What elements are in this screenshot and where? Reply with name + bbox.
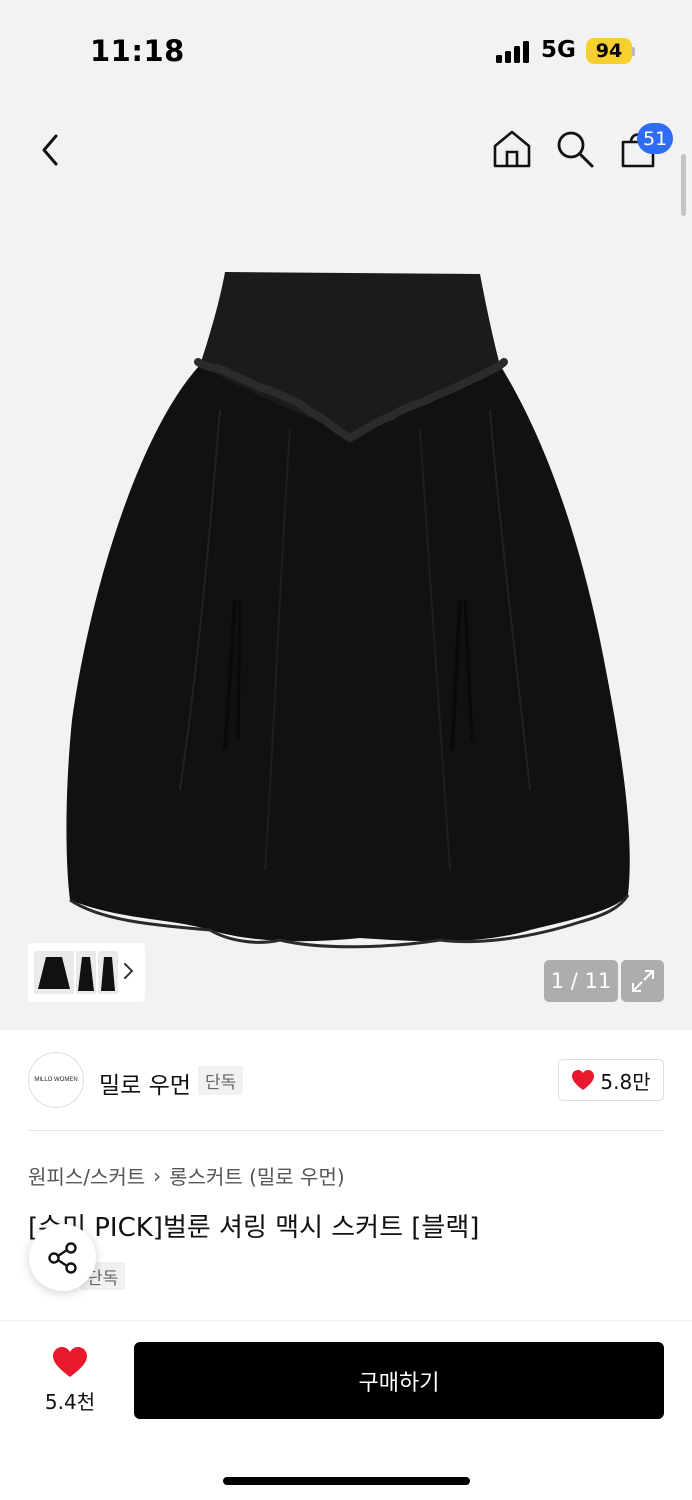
chevron-right-icon[interactable] — [122, 960, 136, 982]
share-icon — [47, 1241, 77, 1274]
network-type: 5G — [541, 37, 576, 63]
chevron-left-icon[interactable] — [36, 130, 66, 170]
expand-button[interactable] — [621, 960, 664, 1002]
product-title: [수미 PICK]벌룬 셔링 맥시 스커트 [블랙] — [28, 1213, 480, 1243]
scroll-indicator — [681, 154, 686, 216]
brand-like-button[interactable]: 5.8만 — [558, 1059, 664, 1101]
status-time: 11:18 — [90, 34, 185, 68]
share-button[interactable] — [29, 1224, 96, 1291]
status-bar: 11:18 5G 94 — [0, 0, 692, 100]
thumbnail-1[interactable] — [34, 951, 74, 994]
cart-count-badge[interactable]: 51 — [637, 123, 674, 154]
divider — [28, 1130, 664, 1131]
image-counter: 1 / 11 — [544, 960, 618, 1002]
signal-icon — [496, 41, 532, 63]
brand-like-count: 5.8만 — [600, 1069, 651, 1094]
product-photo[interactable] — [60, 270, 640, 950]
breadcrumb-subcategory[interactable]: 롱스커트 (밀로 우먼) — [169, 1161, 345, 1190]
expand-icon — [631, 970, 654, 992]
wishlist-count: 5.4천 — [44, 1390, 96, 1414]
battery-tip — [632, 47, 635, 56]
wishlist-heart-icon[interactable] — [52, 1346, 88, 1378]
home-indicator[interactable] — [223, 1477, 470, 1485]
breadcrumb: 원피스/스커트 › 롱스커트 (밀로 우먼) — [28, 1161, 345, 1190]
brand-row[interactable]: MILLO WOMEN 밀로 우먼 단독 5.8만 — [28, 1050, 664, 1112]
brand-name[interactable]: 밀로 우먼 — [99, 1066, 191, 1100]
buy-button[interactable]: 구매하기 — [134, 1342, 664, 1419]
brand-logo[interactable]: MILLO WOMEN — [28, 1052, 84, 1108]
battery-icon: 94 — [586, 38, 632, 64]
thumbnail-2[interactable] — [76, 951, 96, 994]
heart-icon — [572, 1070, 595, 1090]
thumbnail-3[interactable] — [98, 951, 118, 994]
breadcrumb-separator: › — [153, 1163, 162, 1188]
brand-exclusive-badge: 단독 — [198, 1066, 244, 1095]
home-icon[interactable] — [491, 128, 533, 170]
search-icon[interactable] — [554, 128, 596, 170]
breadcrumb-category[interactable]: 원피스/스커트 — [28, 1161, 145, 1190]
